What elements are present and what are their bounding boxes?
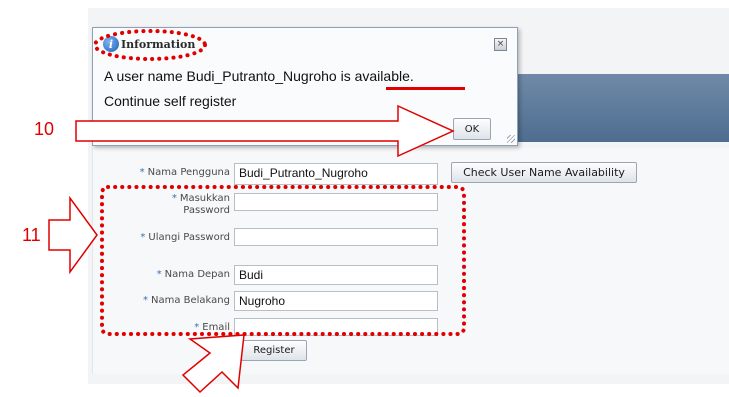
annotation-number-10: 10 <box>34 119 55 139</box>
annotation-dotted-ellipse-title <box>93 29 207 61</box>
annotation-arrow-right <box>48 195 98 275</box>
annotation-dotted-rect-fields <box>100 185 466 336</box>
annotation-arrow-right <box>75 104 455 158</box>
annotation-number-11: 11 <box>22 225 41 245</box>
annotation-overlay <box>48 29 466 394</box>
annotation-arrow-up <box>181 334 245 394</box>
